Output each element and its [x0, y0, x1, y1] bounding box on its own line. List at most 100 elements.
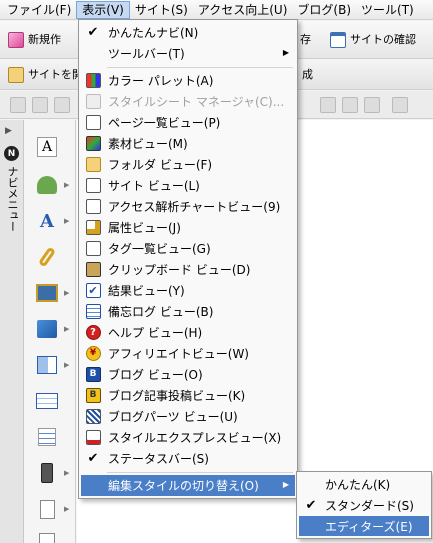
site-check-button[interactable]: サイトの確認 — [330, 29, 416, 51]
page-list-icon — [85, 115, 101, 130]
site-open-label: サイトを開 — [28, 68, 83, 81]
align-right-icon[interactable] — [320, 97, 336, 113]
layout-tool[interactable]: ▶ — [34, 352, 69, 378]
menu-blog[interactable]: ブログ(B) — [292, 1, 356, 19]
page-tool[interactable]: ▶ — [34, 496, 69, 522]
menu-tools[interactable]: ツール(T) — [356, 1, 419, 19]
menu-item-access-chart-view[interactable]: アクセス解析チャートビュー(9) — [81, 196, 295, 217]
save-button[interactable]: 存 — [300, 29, 311, 51]
navi-side-tab: ▶ N ナビメニュー — [0, 120, 24, 543]
toolbar-fragment[interactable]: 成 — [302, 64, 313, 86]
submenu-item-editors[interactable]: エディターズ(E) — [299, 516, 429, 536]
submenu-item-easy[interactable]: かんたん(K) — [299, 474, 429, 494]
list-icon — [38, 428, 56, 446]
expand-arrow-icon[interactable]: ▶ — [5, 126, 12, 136]
submenu-item-label: スタンダード(S) — [325, 498, 414, 513]
link-tool[interactable] — [34, 244, 60, 270]
blog-parts-icon — [85, 409, 101, 424]
cut-icon[interactable] — [10, 97, 26, 113]
image-tool[interactable]: ▶ — [34, 280, 69, 306]
menu-item-help-view[interactable]: ? ヘルプ ビュー(H) — [81, 322, 295, 343]
paste-icon[interactable] — [54, 97, 70, 113]
menu-item-label: ステータスバー(S) — [108, 452, 209, 466]
results-icon: ✔ — [85, 283, 101, 298]
calendar-icon — [39, 533, 55, 543]
menu-item-stylesheet-manager[interactable]: スタイルシート マネージャ(C)... — [81, 91, 295, 112]
navi-logo-icon: N — [4, 146, 19, 161]
menu-item-label: ヘルプ ビュー(H) — [108, 326, 203, 340]
memo-log-icon — [85, 304, 101, 319]
menu-item-label: 属性ビュー(J) — [108, 221, 181, 235]
menu-item-toolbar[interactable]: ツールバー(T) ▶ — [81, 43, 295, 64]
attributes-icon — [85, 220, 101, 235]
menu-item-tag-list-view[interactable]: タグ一覧ビュー(G) — [81, 238, 295, 259]
submenu-item-label: エディターズ(E) — [325, 519, 413, 534]
menu-file[interactable]: ファイル(F) — [2, 1, 76, 19]
menu-item-results-view[interactable]: ✔ 結果ビュー(Y) — [81, 280, 295, 301]
menu-item-label: 備忘ログ ビュー(B) — [108, 305, 214, 319]
site-open-button[interactable]: サイトを開 — [8, 64, 83, 86]
menu-item-clipboard-view[interactable]: クリップボード ビュー(D) — [81, 259, 295, 280]
site-view-icon — [85, 178, 101, 193]
menu-item-blog-parts-view[interactable]: ブログパーツ ビュー(U) — [81, 406, 295, 427]
menu-item-label: タグ一覧ビュー(G) — [108, 242, 211, 256]
people-tool[interactable]: ▶ — [34, 172, 69, 198]
tag-list-icon — [85, 241, 101, 256]
style-express-icon — [85, 430, 101, 445]
list-tool[interactable] — [34, 424, 60, 450]
checkmark-icon: ✔ — [87, 25, 99, 40]
menu-item-label: アフィリエイトビュー(W) — [108, 347, 249, 361]
menu-item-attributes-view[interactable]: 属性ビュー(J) — [81, 217, 295, 238]
menu-item-label: フォルダ ビュー(F) — [108, 158, 213, 172]
menu-item-label: ブログパーツ ビュー(U) — [108, 410, 238, 424]
menu-access[interactable]: アクセス向上(U) — [193, 1, 293, 19]
outdent-icon[interactable] — [364, 97, 380, 113]
format-icon[interactable] — [392, 97, 408, 113]
text-style-tool[interactable]: A ▶ — [34, 208, 69, 234]
blank-page-icon — [39, 499, 55, 519]
menu-item-label: ブログ記事投稿ビュー(K) — [108, 389, 246, 403]
menu-item-color-palette[interactable]: カラー パレット(A) — [81, 70, 295, 91]
link-icon — [37, 246, 57, 268]
menu-item-affiliate-view[interactable]: ¥ アフィリエイトビュー(W) — [81, 343, 295, 364]
mobile-phone-icon — [41, 463, 53, 483]
menu-item-easy-navi[interactable]: ✔ かんたんナビ(N) — [81, 22, 295, 43]
people-icon — [37, 176, 57, 194]
text-tool[interactable]: A — [34, 134, 60, 160]
new-page-icon — [8, 32, 24, 48]
text-a-icon: A — [37, 137, 57, 157]
save-button-label: 存 — [300, 33, 311, 46]
site-open-icon — [8, 67, 24, 83]
menu-site[interactable]: サイト(S) — [130, 1, 193, 19]
checkmark-icon: ✔ — [305, 497, 317, 513]
menu-view[interactable]: 表示(V) — [76, 0, 130, 19]
blog-post-icon: B — [85, 388, 101, 403]
menu-item-folder-view[interactable]: フォルダ ビュー(F) — [81, 154, 295, 175]
edit-style-submenu: かんたん(K) ✔ スタンダード(S) エディターズ(E) — [296, 471, 432, 539]
menu-item-label: スタイルエクスプレスビュー(X) — [108, 431, 282, 445]
new-button[interactable]: 新規作 — [8, 29, 61, 51]
mobile-tool[interactable]: ▶ — [34, 460, 69, 486]
menu-item-edit-style-switch[interactable]: 編集スタイルの切り替え(O) ▶ — [81, 475, 295, 496]
copy-icon[interactable] — [32, 97, 48, 113]
menu-item-label: 素材ビュー(M) — [108, 137, 188, 151]
menu-item-materials-view[interactable]: 素材ビュー(M) — [81, 133, 295, 154]
menu-item-style-express-view[interactable]: スタイルエクスプレスビュー(X) — [81, 427, 295, 448]
puzzle-tool[interactable]: ▶ — [34, 316, 69, 342]
puzzle-icon — [37, 320, 57, 338]
submenu-item-standard[interactable]: ✔ スタンダード(S) — [299, 495, 429, 515]
indent-icon[interactable] — [342, 97, 358, 113]
view-menu: ✔ かんたんナビ(N) ツールバー(T) ▶ カラー パレット(A) スタイルシ… — [78, 19, 298, 499]
image-icon — [36, 284, 58, 302]
table-icon — [36, 393, 58, 409]
menu-item-blog-view[interactable]: B ブログ ビュー(O) — [81, 364, 295, 385]
menu-item-memo-log-view[interactable]: 備忘ログ ビュー(B) — [81, 301, 295, 322]
calendar-tool[interactable] — [34, 528, 60, 543]
menu-item-blog-post-view[interactable]: B ブログ記事投稿ビュー(K) — [81, 385, 295, 406]
menu-item-label: 結果ビュー(Y) — [108, 284, 185, 298]
menu-item-page-list-view[interactable]: ページ一覧ビュー(P) — [81, 112, 295, 133]
menu-item-site-view[interactable]: サイト ビュー(L) — [81, 175, 295, 196]
table-tool[interactable] — [34, 388, 60, 414]
menu-item-status-bar[interactable]: ✔ ステータスバー(S) — [81, 448, 295, 469]
navi-menu-title[interactable]: ナビメニュー — [4, 166, 20, 232]
